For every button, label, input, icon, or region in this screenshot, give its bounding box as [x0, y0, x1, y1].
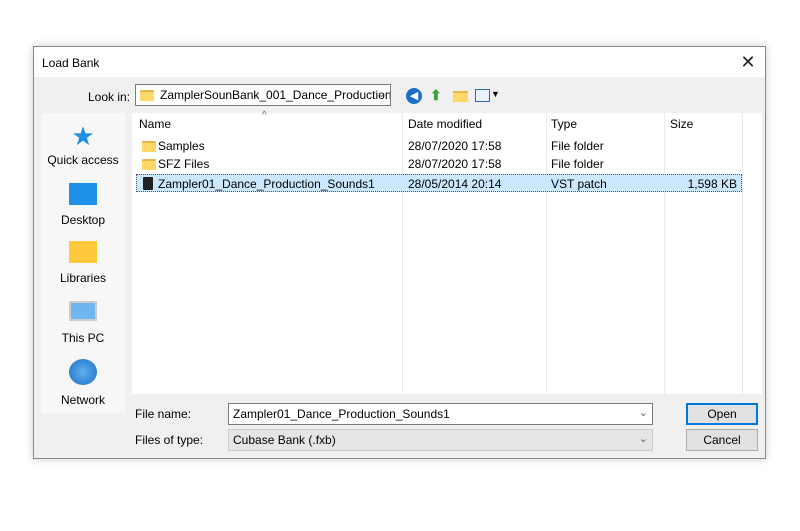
close-icon[interactable]: ✕ — [737, 51, 759, 73]
libraries-icon — [69, 241, 97, 263]
places-bar: ★ Quick access Desktop Libraries This PC … — [41, 113, 125, 413]
sidebar-item-libraries[interactable]: Libraries — [41, 241, 125, 285]
file-list[interactable]: ^ Name Date modified Type Size Samples 2… — [132, 110, 762, 394]
file-type: File folder — [551, 157, 604, 171]
file-row-selected[interactable]: Zampler01_Dance_Production_Sounds1 28/05… — [136, 174, 742, 192]
sidebar-label: Libraries — [59, 271, 107, 285]
file-type: File folder — [551, 139, 604, 153]
dialog-title: Load Bank — [42, 56, 100, 70]
file-name-input[interactable]: Zampler01_Dance_Production_Sounds1 ⌄ — [228, 403, 653, 425]
title-bar: Load Bank ✕ — [34, 47, 765, 77]
file-row[interactable]: Samples 28/07/2020 17:58 File folder — [136, 137, 742, 155]
view-menu-icon[interactable] — [475, 89, 490, 102]
view-dropdown-icon[interactable]: ▼ — [491, 89, 500, 99]
sidebar-item-this-pc[interactable]: This PC — [41, 301, 125, 345]
file-date: 28/07/2020 17:58 — [408, 157, 502, 171]
file-type-dropdown[interactable]: Cubase Bank (.fxb) ⌄ — [228, 429, 653, 451]
file-type-value: Cubase Bank (.fxb) — [233, 433, 336, 447]
sidebar-label: This PC — [61, 331, 105, 345]
file-name: Zampler01_Dance_Production_Sounds1 — [158, 177, 375, 191]
sidebar-item-quick-access[interactable]: ★ Quick access — [41, 123, 125, 167]
computer-icon — [69, 301, 97, 321]
column-type[interactable]: Type — [551, 117, 577, 131]
load-bank-dialog: Load Bank ✕ Look in: ZamplerSounBank_001… — [33, 46, 766, 459]
column-name[interactable]: Name — [139, 117, 171, 131]
file-size: 1,598 KB — [687, 177, 737, 191]
vst-patch-icon — [143, 177, 153, 190]
file-type: VST patch — [551, 177, 607, 191]
cancel-button[interactable]: Cancel — [686, 429, 758, 451]
chevron-down-icon: ⌄ — [638, 433, 648, 445]
file-date: 28/05/2014 20:14 — [408, 177, 502, 191]
star-icon: ★ — [71, 121, 95, 151]
look-in-label: Look in: — [88, 90, 131, 104]
sidebar-label: Network — [60, 393, 105, 407]
file-name-label: File name: — [135, 407, 192, 421]
column-date-modified[interactable]: Date modified — [408, 117, 482, 131]
new-folder-icon[interactable] — [453, 91, 468, 102]
chevron-down-icon: ⌄ — [638, 407, 648, 419]
sidebar-item-network[interactable]: Network — [41, 359, 125, 407]
file-type-label: Files of type: — [135, 433, 204, 447]
up-folder-icon[interactable]: ⬆ — [430, 87, 442, 104]
file-name-value: Zampler01_Dance_Production_Sounds1 — [233, 407, 450, 421]
sidebar-item-desktop[interactable]: Desktop — [41, 183, 125, 227]
back-icon[interactable]: ◀ — [406, 88, 422, 104]
sidebar-label: Desktop — [60, 213, 106, 227]
file-name: Samples — [158, 139, 205, 153]
chevron-down-icon: ⌄ — [376, 88, 386, 100]
folder-icon — [140, 90, 154, 102]
file-date: 28/07/2020 17:58 — [408, 139, 502, 153]
file-name: SFZ Files — [158, 157, 210, 171]
sort-ascending-icon: ^ — [262, 110, 267, 121]
open-button[interactable]: Open — [686, 403, 758, 425]
network-icon — [69, 359, 97, 385]
file-row[interactable]: SFZ Files 28/07/2020 17:58 File folder — [136, 155, 742, 173]
sidebar-label: Quick access — [47, 153, 119, 167]
column-size[interactable]: Size — [670, 117, 693, 131]
desktop-icon — [69, 183, 97, 205]
look-in-value: ZamplerSounBank_001_Dance_Production_S — [160, 88, 391, 102]
look-in-dropdown[interactable]: ZamplerSounBank_001_Dance_Production_S ⌄ — [135, 84, 391, 106]
